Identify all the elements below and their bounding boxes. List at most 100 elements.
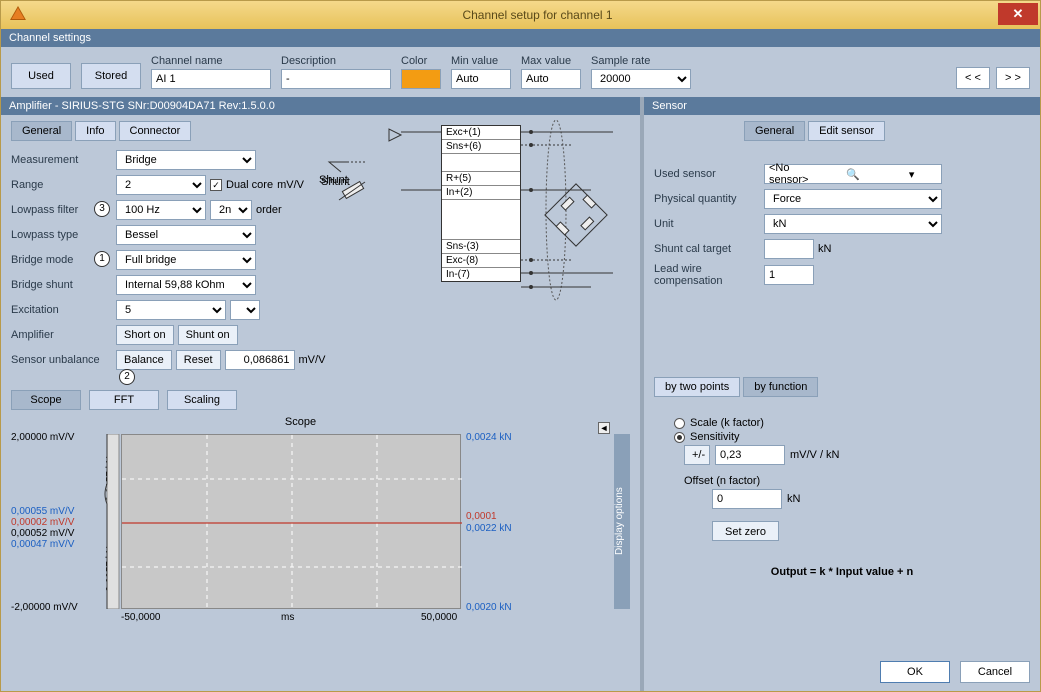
amplifier-panel: General Info Connector Measurement Bridg… (1, 115, 640, 384)
scope-area: Scope FFT Scaling ◄ Scope 2,00000 mV/V -… (1, 384, 640, 691)
radio-sensitivity[interactable] (674, 432, 685, 443)
titlebar: Channel setup for channel 1 ✕ (1, 1, 1040, 29)
wiring-diagram: Exc+(1) Sns+(6) R+(5) In+(2) Sns-(3) Exc… (361, 115, 621, 315)
unit-select[interactable]: kN (764, 214, 942, 234)
lowpass-type-select[interactable]: Bessel (116, 225, 256, 245)
annotation-1: 1 (94, 251, 110, 267)
shunt-on-button[interactable]: Shunt on (178, 325, 238, 345)
lead-wire-label: Lead wire compensation (654, 263, 764, 287)
y-mid-d: 0,00047 mV/V (11, 539, 74, 550)
max-input[interactable] (521, 69, 581, 89)
r-top: 0,0024 kN (466, 432, 512, 443)
tab-by-function[interactable]: by function (743, 377, 818, 397)
sample-rate-label: Sample rate (591, 55, 691, 67)
channel-name-col: Channel name (151, 55, 271, 89)
y-mid-b: 0,00002 mV/V (11, 517, 74, 528)
used-sensor-value: <No sensor> (765, 162, 824, 186)
min-label: Min value (451, 55, 511, 67)
min-input[interactable] (451, 69, 511, 89)
range-label: Range (11, 179, 116, 191)
unbalance-value[interactable] (225, 350, 295, 370)
mid-area: Amplifier - SIRIUS-STG SNr:D00904DA71 Re… (1, 97, 1040, 691)
excitation-unit-select[interactable]: V (230, 300, 260, 320)
description-input[interactable] (281, 69, 391, 89)
annotation-2: 2 (119, 369, 135, 385)
shunt-cal-input[interactable] (764, 239, 814, 259)
dualcore-checkbox[interactable]: ✓ (210, 179, 222, 191)
bridge-shunt-label: Bridge shunt (11, 279, 116, 291)
left-column: Amplifier - SIRIUS-STG SNr:D00904DA71 Re… (1, 97, 640, 691)
sensor-panel: General Edit sensor Used sensor <No sens… (644, 115, 1040, 369)
tab-fft[interactable]: FFT (89, 390, 159, 410)
collapse-handle[interactable]: ◄ (598, 422, 610, 434)
channel-settings-header: Channel settings (1, 29, 1040, 47)
lead-wire-input[interactable] (764, 265, 814, 285)
cancel-button[interactable]: Cancel (960, 661, 1030, 683)
side-gauge (99, 434, 121, 609)
scope-plot: ◄ Scope 2,00000 mV/V -2,00000 mV/V 0,000… (11, 416, 630, 636)
unbalance-unit: mV/V (299, 354, 326, 366)
balance-button[interactable]: Balance (116, 350, 172, 370)
offset-label: Offset (n factor) (684, 475, 1030, 487)
scope-canvas[interactable] (121, 434, 461, 609)
offset-input[interactable] (712, 489, 782, 509)
reset-button[interactable]: Reset (176, 350, 221, 370)
channel-settings-row: Used Stored Channel name Description Col… (1, 47, 1040, 97)
bridge-mode-select[interactable]: Full bridge (116, 250, 256, 270)
lowpass-order-select[interactable]: 2nd (210, 200, 252, 220)
color-col: Color (401, 55, 441, 89)
display-options[interactable]: Display options (614, 434, 630, 609)
shunt-cal-unit: kN (818, 243, 831, 255)
tab-general[interactable]: General (11, 121, 72, 141)
x-left: -50,0000 (121, 612, 160, 623)
channel-name-input[interactable] (151, 69, 271, 89)
tab-two-points[interactable]: by two points (654, 377, 740, 397)
dualcore-label: Dual core (226, 179, 273, 191)
set-zero-button[interactable]: Set zero (712, 521, 779, 541)
used-button[interactable]: Used (11, 63, 71, 89)
next-button[interactable]: > > (996, 67, 1030, 89)
phys-qty-select[interactable]: Force (764, 189, 942, 209)
tab-info[interactable]: Info (75, 121, 115, 141)
amplifier-row-label: Amplifier (11, 329, 116, 341)
close-button[interactable]: ✕ (998, 3, 1038, 25)
tab-scaling[interactable]: Scaling (167, 390, 237, 410)
tab-connector[interactable]: Connector (119, 121, 192, 141)
tab-sensor-general[interactable]: General (744, 121, 805, 141)
channel-name-label: Channel name (151, 55, 271, 67)
y-mid-a: 0,00055 mV/V (11, 506, 74, 517)
min-col: Min value (451, 55, 511, 89)
offset-unit: kN (787, 493, 800, 505)
unit-label: Unit (654, 218, 764, 230)
radio-scale[interactable] (674, 418, 685, 429)
prev-button[interactable]: < < (956, 67, 990, 89)
sensor-header: Sensor (644, 97, 1040, 115)
sensitivity-input[interactable] (715, 445, 785, 465)
range-select[interactable]: 2 (116, 175, 206, 195)
r-mid1: 0,0001 (466, 511, 497, 522)
sensitivity-label: Sensitivity (690, 431, 740, 443)
sensitivity-unit: mV/V / kN (790, 449, 840, 461)
chevron-down-icon: ▾ (882, 168, 941, 181)
x-right: 50,0000 (421, 612, 457, 623)
color-swatch[interactable] (401, 69, 441, 89)
phys-qty-label: Physical quantity (654, 193, 764, 205)
stored-button[interactable]: Stored (81, 63, 141, 89)
tab-edit-sensor[interactable]: Edit sensor (808, 121, 885, 141)
description-label: Description (281, 55, 391, 67)
lowpass-filter-select[interactable]: 100 Hz (116, 200, 206, 220)
sign-toggle-button[interactable]: +/- (684, 445, 710, 465)
sample-rate-select[interactable]: 20000 (591, 69, 691, 89)
ok-button[interactable]: OK (880, 661, 950, 683)
bridge-icon (541, 180, 611, 250)
measurement-select[interactable]: Bridge (116, 150, 256, 170)
close-icon: ✕ (1013, 6, 1024, 22)
tab-scope[interactable]: Scope (11, 390, 81, 410)
short-on-button[interactable]: Short on (116, 325, 174, 345)
y-mid-c: 0,00052 mV/V (11, 528, 74, 539)
excitation-select[interactable]: 5 (116, 300, 226, 320)
footer: OK Cancel (644, 653, 1040, 691)
bridge-shunt-select[interactable]: Internal 59,88 kOhm (116, 275, 256, 295)
used-sensor-select[interactable]: <No sensor> 🔍 ▾ (764, 164, 942, 184)
r-bot: 0,0020 kN (466, 602, 512, 613)
